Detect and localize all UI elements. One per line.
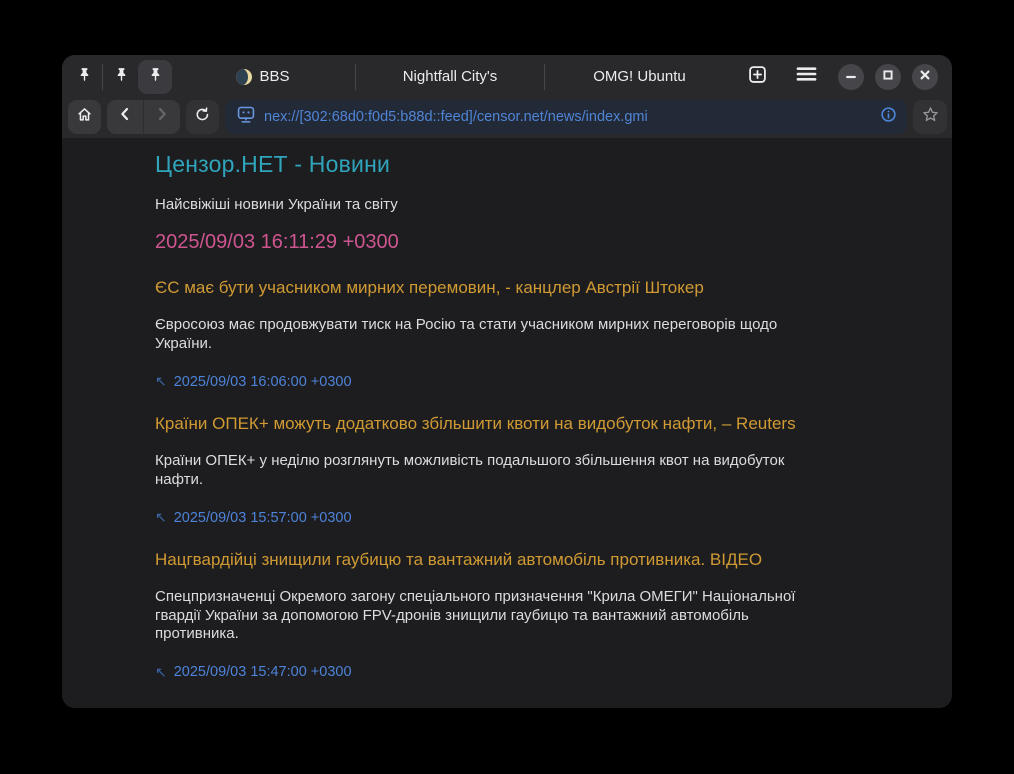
bookmark-button[interactable]: [913, 100, 947, 134]
news-article: Нацгвардійці знищили гаубицю та вантажни…: [155, 550, 827, 681]
article-summary: Країни ОПЕК+ у неділю розглянуть можливі…: [155, 452, 827, 489]
pushpin-icon: [147, 66, 164, 88]
history-button-group: [107, 100, 180, 134]
news-article: Країни ОПЕК+ можуть додатково збільшити …: [155, 414, 827, 526]
page-info-icon[interactable]: [880, 106, 897, 128]
feed-timestamp-heading: 2025/09/03 16:11:29 +0300: [155, 231, 827, 254]
home-icon: [75, 105, 94, 129]
maximize-button[interactable]: [875, 64, 901, 90]
tab-label: OMG! Ubuntu: [593, 68, 686, 85]
close-icon: [919, 68, 931, 86]
moon-favicon-icon: [236, 69, 252, 85]
page-content: Цензор.НЕТ - Новини Найсвіжіші новини Ук…: [62, 138, 952, 708]
news-article: ЄС має бути учасником мирних перемовин, …: [155, 278, 827, 390]
close-button[interactable]: [912, 64, 938, 90]
hamburger-icon: [796, 66, 817, 87]
tab-divider: [544, 64, 545, 90]
url-text: nex://[302:68d0:f0d5:b88d::feed]/censor.…: [264, 109, 872, 125]
minimize-icon: [845, 68, 857, 86]
article-heading: ЄС має бути учасником мирних перемовин, …: [155, 278, 827, 298]
article-link[interactable]: ↖ 2025/09/03 16:06:00 +0300: [155, 373, 827, 390]
window-controls: [838, 64, 938, 90]
tab-bbs[interactable]: BBS: [172, 55, 354, 98]
article-heading: Нацгвардійці знищили гаубицю та вантажни…: [155, 550, 827, 570]
url-bar[interactable]: nex://[302:68d0:f0d5:b88d::feed]/censor.…: [225, 100, 907, 134]
link-arrow-icon: ↖: [155, 373, 167, 390]
article-link-date: 2025/09/03 15:57:00 +0300: [174, 510, 352, 526]
maximize-icon: [882, 68, 894, 86]
nex-monitor-icon: [236, 105, 256, 129]
star-icon: [921, 105, 940, 129]
menu-button[interactable]: [789, 60, 823, 94]
minimize-button[interactable]: [838, 64, 864, 90]
reload-button[interactable]: [186, 100, 219, 134]
back-arrow-icon: [117, 106, 133, 127]
article-link[interactable]: ↖ 2025/09/03 15:57:00 +0300: [155, 509, 827, 526]
article-link[interactable]: ↖ 2025/09/03 15:47:00 +0300: [155, 664, 827, 681]
pushpin-icon: [76, 66, 93, 88]
tab-nightfall-citys[interactable]: Nightfall City's: [357, 55, 543, 98]
reload-icon: [194, 106, 211, 128]
tab-bar: BBS Nightfall City's OMG! Ubuntu: [62, 55, 952, 98]
new-tab-plus-icon: [748, 65, 767, 89]
pinned-tab-3-active[interactable]: [138, 60, 172, 94]
page-subtitle: Найсвіжіші новини України та світу: [155, 196, 827, 213]
tab-label: Nightfall City's: [403, 68, 498, 85]
link-arrow-icon: ↖: [155, 509, 167, 526]
tab-omg-ubuntu[interactable]: OMG! Ubuntu: [546, 55, 733, 98]
tab-label: BBS: [259, 68, 289, 85]
home-button[interactable]: [68, 100, 101, 134]
pinned-tab-1[interactable]: [67, 60, 101, 94]
pinned-tab-2[interactable]: [104, 60, 138, 94]
browser-window: BBS Nightfall City's OMG! Ubuntu: [62, 55, 952, 708]
article-summary: Євросоюз має продовжувати тиск на Росію …: [155, 316, 827, 353]
forward-arrow-icon: [154, 106, 170, 127]
link-arrow-icon: ↖: [155, 664, 167, 681]
pushpin-icon: [113, 66, 130, 88]
article-link-date: 2025/09/03 15:47:00 +0300: [174, 664, 352, 680]
navigation-bar: nex://[302:68d0:f0d5:b88d::feed]/censor.…: [62, 98, 952, 138]
page-title: Цензор.НЕТ - Новини: [155, 151, 827, 178]
new-tab-button[interactable]: [740, 60, 774, 94]
tab-divider: [102, 64, 103, 90]
back-button[interactable]: [107, 100, 143, 134]
article-link-date: 2025/09/03 16:06:00 +0300: [174, 374, 352, 390]
article-summary: Спецпризначенці Окремого загону спеціаль…: [155, 588, 827, 644]
article-heading: Країни ОПЕК+ можуть додатково збільшити …: [155, 414, 827, 434]
tab-divider: [355, 64, 356, 90]
forward-button[interactable]: [144, 100, 180, 134]
